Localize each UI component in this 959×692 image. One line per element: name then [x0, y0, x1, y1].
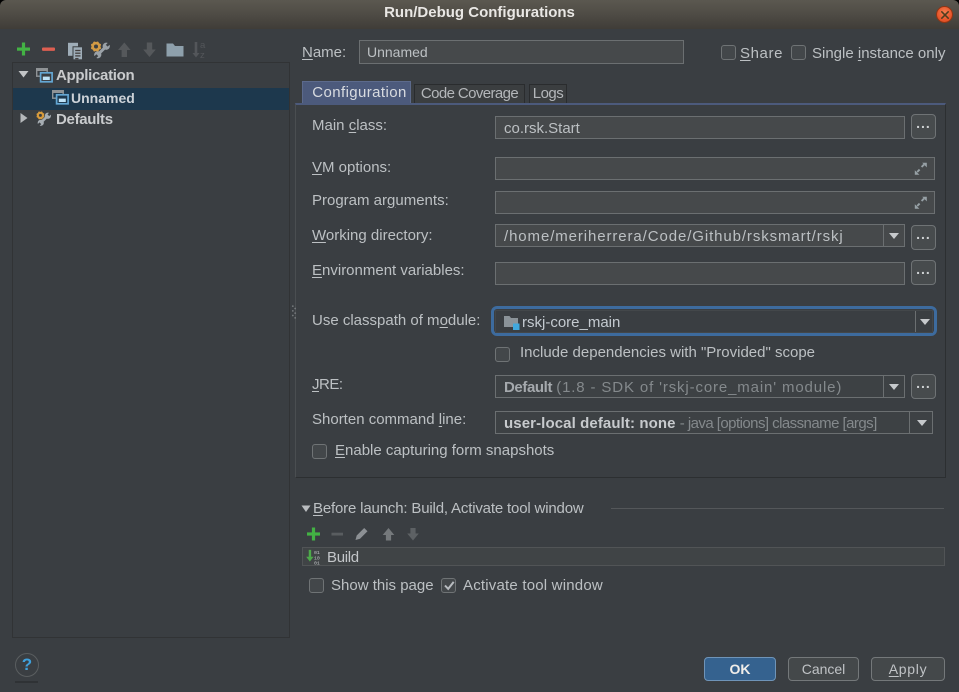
svg-text:01: 01 [314, 561, 320, 565]
svg-text:10: 10 [314, 555, 320, 561]
svg-text:z: z [200, 50, 205, 61]
svg-text:01: 01 [314, 550, 320, 556]
